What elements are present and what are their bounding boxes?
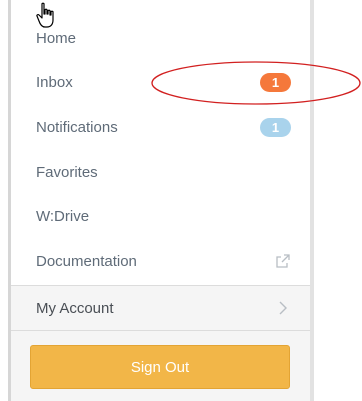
external-link-icon <box>276 254 290 268</box>
chevron-right-icon <box>279 301 287 315</box>
menu-item-label: Inbox <box>36 73 73 91</box>
menu-item-label: Favorites <box>36 163 98 181</box>
sign-out-section: Sign Out <box>11 331 310 401</box>
menu-item-documentation[interactable]: Documentation <box>11 239 310 283</box>
menu-item-label: My Account <box>36 299 114 317</box>
menu-item-label: Notifications <box>36 118 118 136</box>
menu-item-label: Documentation <box>36 252 137 270</box>
menu-item-wdrive[interactable]: W:Drive <box>11 194 310 238</box>
menu-item-notifications[interactable]: Notifications 1 <box>11 105 310 149</box>
menu-item-my-account[interactable]: My Account <box>11 285 310 331</box>
menu-item-label: Home <box>36 29 77 47</box>
annotation-ellipse <box>151 61 361 105</box>
notifications-count-badge: 1 <box>260 117 291 137</box>
hand-pointer-cursor-icon <box>36 2 54 28</box>
sign-out-button[interactable]: Sign Out <box>30 345 290 389</box>
menu-item-favorites[interactable]: Favorites <box>11 150 310 194</box>
menu-item-label: W:Drive <box>36 207 90 225</box>
